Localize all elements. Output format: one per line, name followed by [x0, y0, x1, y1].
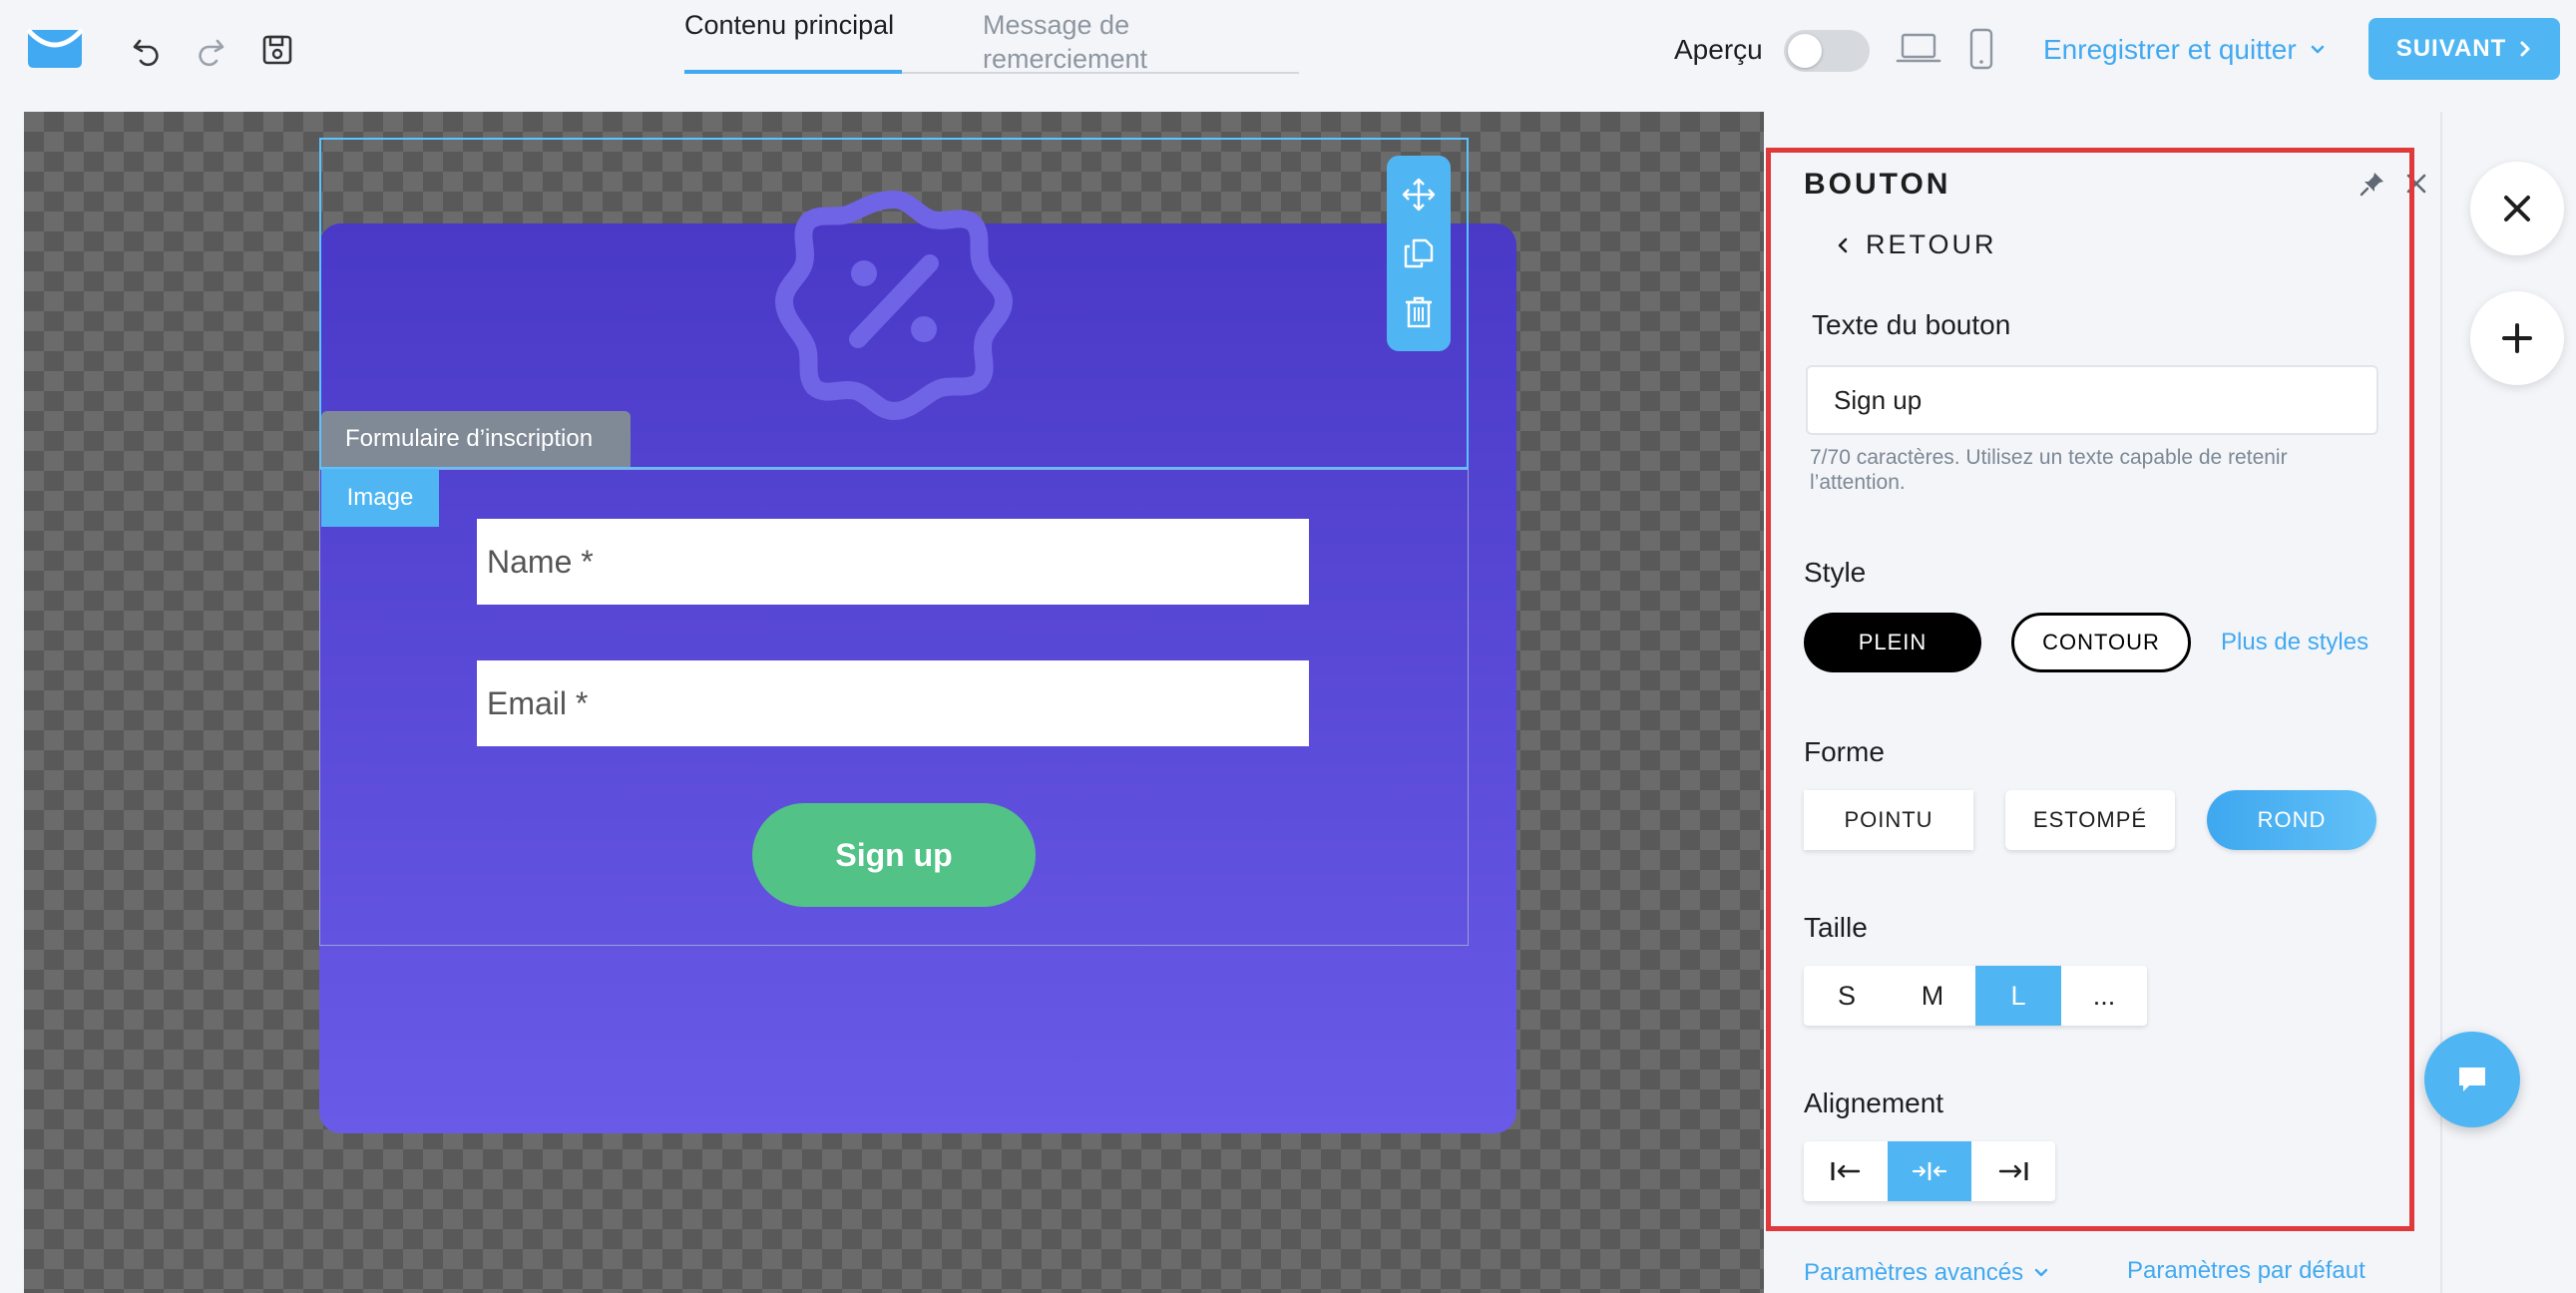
save-and-quit-label: Enregistrer et quitter — [2043, 34, 2297, 65]
chat-support-button[interactable] — [2424, 1032, 2520, 1127]
align-right-icon[interactable] — [1971, 1141, 2055, 1201]
button-text-input[interactable] — [1806, 365, 2378, 435]
close-icon — [2504, 196, 2530, 221]
redo-icon[interactable] — [190, 30, 229, 70]
name-field[interactable] — [477, 519, 1309, 605]
alignment-selector — [1804, 1141, 2055, 1201]
envelope-logo-icon[interactable] — [26, 26, 84, 72]
advanced-settings-dropdown[interactable]: Paramètres avancés — [1804, 1259, 2049, 1287]
duplicate-icon[interactable] — [1399, 233, 1439, 273]
chevron-right-icon — [2520, 41, 2530, 57]
size-l-option[interactable]: L — [1975, 966, 2061, 1026]
email-field[interactable] — [477, 660, 1309, 746]
shape-soft-button[interactable]: ESTOMPÉ — [2005, 790, 2175, 850]
chevron-down-icon — [2311, 45, 2324, 54]
close-icon[interactable] — [2400, 168, 2432, 200]
save-and-quit-dropdown[interactable]: Enregistrer et quitter — [2043, 34, 2327, 66]
style-label: Style — [1804, 557, 1867, 588]
laptop-icon[interactable] — [1896, 32, 1941, 66]
pin-icon[interactable] — [2359, 170, 2386, 198]
undo-icon[interactable] — [128, 30, 168, 70]
tab-main-content[interactable]: Contenu principal — [684, 8, 894, 74]
next-button-label: SUIVANT — [2395, 35, 2507, 62]
shape-round-button[interactable]: ROND — [2207, 790, 2376, 850]
style-filled-button[interactable]: PLEIN — [1804, 613, 1981, 672]
signup-button[interactable]: Sign up — [752, 803, 1036, 907]
back-link[interactable]: RETOUR — [1836, 229, 1997, 260]
back-label: RETOUR — [1866, 229, 1997, 259]
toggle-knob — [1788, 34, 1822, 68]
floppy-disk-icon[interactable] — [257, 30, 297, 70]
size-s-option[interactable]: S — [1804, 966, 1890, 1026]
alignment-label: Alignement — [1804, 1087, 1944, 1118]
shape-label: Forme — [1804, 736, 1885, 767]
image-block-label[interactable]: Image — [321, 469, 439, 527]
move-icon[interactable] — [1399, 175, 1439, 215]
trash-icon[interactable] — [1399, 292, 1439, 332]
panel-title: BOUTON — [1804, 168, 1951, 201]
more-styles-link[interactable]: Plus de styles — [2221, 629, 2368, 656]
preview-label: Aperçu — [1674, 34, 1763, 65]
block-toolbar — [1387, 156, 1451, 351]
tab-thank-you-message[interactable]: Message de remerciement — [983, 8, 1299, 74]
button-text-label: Texte du bouton — [1812, 309, 2011, 340]
align-left-icon[interactable] — [1804, 1141, 1888, 1201]
style-outline-button[interactable]: CONTOUR — [2011, 613, 2191, 672]
character-count-hint: 7/70 caractères. Utilisez un texte capab… — [1810, 446, 2288, 494]
mobile-phone-icon[interactable] — [1967, 28, 1995, 70]
align-center-icon[interactable] — [1888, 1141, 1971, 1201]
signup-form-label[interactable]: Formulaire d’inscription — [321, 411, 631, 467]
chevron-left-icon — [1838, 237, 1848, 252]
panel-scrollbar[interactable] — [2410, 319, 2414, 1217]
chat-bubble-icon — [2459, 1068, 2485, 1091]
shape-sharp-button[interactable]: POINTU — [1804, 790, 1973, 850]
active-tab-indicator — [684, 70, 902, 74]
editor-tabs: Contenu principal Message de remerciemen… — [684, 0, 1299, 74]
plus-icon — [2502, 323, 2532, 353]
size-selector: S M L ... — [1804, 966, 2147, 1026]
add-block-button[interactable] — [2470, 291, 2564, 385]
default-settings-link[interactable]: Paramètres par défaut — [2127, 1257, 2365, 1285]
close-editor-button[interactable] — [2470, 162, 2564, 255]
size-custom-option[interactable]: ... — [2061, 966, 2147, 1026]
advanced-settings-label: Paramètres avancés — [1804, 1259, 2024, 1286]
discount-badge-icon[interactable] — [772, 180, 1016, 423]
top-bar: Contenu principal Message de remerciemen… — [0, 0, 2576, 108]
next-button[interactable]: SUIVANT — [2368, 18, 2560, 80]
size-m-option[interactable]: M — [1890, 966, 1975, 1026]
size-label: Taille — [1804, 912, 1868, 943]
chevron-down-icon — [2034, 1268, 2048, 1277]
preview-toggle[interactable] — [1784, 30, 1870, 72]
